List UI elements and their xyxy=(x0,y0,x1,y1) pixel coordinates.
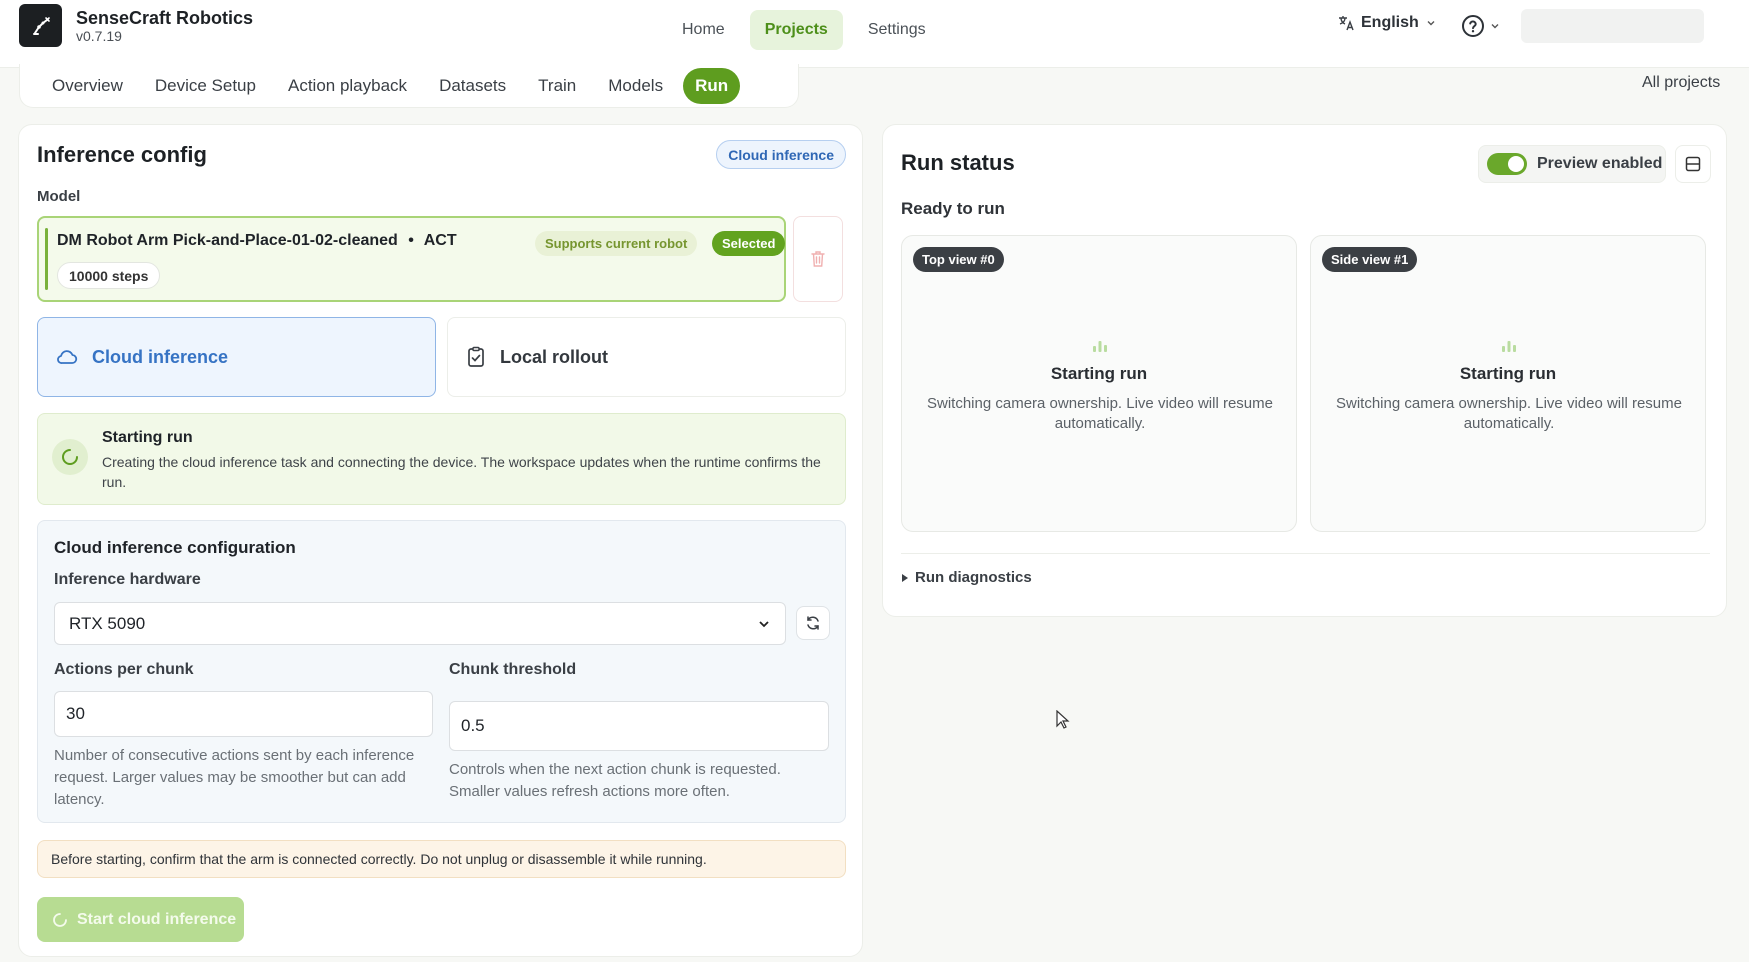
ready-status: Ready to run xyxy=(901,199,1005,218)
steps-badge: 10000 steps xyxy=(57,262,161,289)
hardware-value: RTX 5090 xyxy=(69,613,146,633)
user-account-placeholder[interactable] xyxy=(1521,9,1704,43)
tab-models[interactable]: Models xyxy=(596,68,675,104)
language-label: English xyxy=(1361,14,1419,31)
run-diagnostics-toggle[interactable]: Run diagnostics xyxy=(901,569,1032,586)
app-name: SenseCraft Robotics xyxy=(76,8,254,28)
starting-run-description: Creating the cloud inference task and co… xyxy=(102,454,821,490)
loading-spinner-icon xyxy=(53,912,67,927)
supports-badge: Supports current robot xyxy=(535,231,698,256)
local-rollout-option[interactable]: Local rollout xyxy=(447,317,846,397)
refresh-icon xyxy=(807,616,819,630)
cloud-inference-option[interactable]: Cloud inference xyxy=(37,317,436,397)
tab-action-playback[interactable]: Action playback xyxy=(276,68,419,104)
camera-status-desc: Switching camera ownership. Live video w… xyxy=(1336,395,1682,432)
hardware-label: Inference hardware xyxy=(54,571,201,588)
loading-spinner-icon xyxy=(52,439,88,475)
model-algorithm: ACT xyxy=(423,232,457,249)
top-bar: SenseCraft Robotics v0.7.19 Home Project… xyxy=(0,0,1749,68)
cloud-icon xyxy=(57,350,78,364)
run-status-panel: Run status Ready to run Preview enabled … xyxy=(882,124,1727,617)
camera-tag: Side view #1 xyxy=(1322,247,1418,272)
toggle-switch[interactable] xyxy=(1487,153,1527,175)
chunk-threshold-label: Chunk threshold xyxy=(449,661,577,678)
starting-run-notice: Starting run Creating the cloud inferenc… xyxy=(37,413,846,505)
layout-toggle-button[interactable] xyxy=(1675,145,1711,183)
language-selector[interactable]: English xyxy=(1337,14,1437,32)
app-logo[interactable] xyxy=(19,4,62,47)
camera-card-side: Side view #1 Starting run Switching came… xyxy=(1310,235,1706,532)
help-icon xyxy=(1462,15,1484,37)
top-nav: Home Projects Settings xyxy=(667,10,941,50)
mouse-cursor-icon xyxy=(1056,710,1070,729)
camera-tag: Top view #0 xyxy=(913,247,1004,272)
run-status-title: Run status xyxy=(901,150,1015,175)
model-separator: • xyxy=(408,232,414,249)
nav-home[interactable]: Home xyxy=(667,10,740,50)
camera-status-title: Starting run xyxy=(1050,364,1148,383)
tab-overview[interactable]: Overview xyxy=(40,68,135,104)
chunk-threshold-help: Controls when the next action chunk is r… xyxy=(449,761,781,800)
chunk-threshold-input[interactable]: 0.5 xyxy=(449,701,829,751)
tab-device-setup[interactable]: Device Setup xyxy=(143,68,268,104)
selected-badge: Selected xyxy=(712,231,786,256)
app-version: v0.7.19 xyxy=(76,28,122,44)
chevron-down-icon xyxy=(759,620,769,627)
nav-projects[interactable]: Projects xyxy=(749,10,843,50)
mode-badge: Cloud inference xyxy=(716,140,846,169)
model-title: DM Robot Arm Pick-and-Place-01-02-cleane… xyxy=(57,232,398,249)
actions-per-chunk-label: Actions per chunk xyxy=(54,661,194,678)
nav-settings[interactable]: Settings xyxy=(853,10,941,50)
layout-split-icon xyxy=(1685,156,1701,172)
chevron-down-icon xyxy=(1491,24,1499,29)
model-label: Model xyxy=(37,188,81,205)
robot-arm-logo-icon xyxy=(32,16,50,35)
tab-datasets[interactable]: Datasets xyxy=(427,68,518,104)
actions-per-chunk-input[interactable]: 30 xyxy=(54,691,433,737)
translate-icon xyxy=(1339,16,1354,31)
starting-run-title: Starting run xyxy=(102,429,193,446)
bars-loading-icon xyxy=(1093,341,1107,352)
actions-per-chunk-help: Number of consecutive actions sent by ea… xyxy=(54,747,415,808)
preview-label: Preview enabled xyxy=(1537,155,1663,172)
chevron-down-icon xyxy=(1427,21,1435,26)
bars-loading-icon xyxy=(1502,341,1516,352)
camera-status-desc: Switching camera ownership. Live video w… xyxy=(927,395,1273,432)
project-tabs: Overview Device Setup Action playback Da… xyxy=(19,64,799,108)
panel-title: Inference config xyxy=(37,142,207,167)
trash-icon xyxy=(811,251,825,267)
divider xyxy=(901,553,1710,554)
all-projects-link[interactable]: All projects xyxy=(1642,74,1720,92)
local-rollout-label: Local rollout xyxy=(500,346,608,367)
start-button-label: Start cloud inference xyxy=(77,910,237,928)
help-menu[interactable] xyxy=(1461,14,1501,38)
hardware-select[interactable]: RTX 5090 xyxy=(54,602,786,645)
inference-config-panel: Inference config Cloud inference Model D… xyxy=(18,124,863,957)
caret-right-icon xyxy=(902,573,908,582)
preview-toggle[interactable]: Preview enabled xyxy=(1478,145,1666,183)
safety-warning: Before starting, confirm that the arm is… xyxy=(37,840,846,878)
refresh-hardware-button[interactable] xyxy=(796,606,830,640)
tab-train[interactable]: Train xyxy=(526,68,588,104)
cloud-config-section: Cloud inference configuration Inference … xyxy=(37,520,846,823)
delete-model-button[interactable] xyxy=(793,216,843,302)
tab-run[interactable]: Run xyxy=(683,67,741,104)
run-diagnostics-label: Run diagnostics xyxy=(915,569,1032,586)
cloud-config-title: Cloud inference configuration xyxy=(54,538,296,557)
camera-card-top: Top view #0 Starting run Switching camer… xyxy=(901,235,1297,532)
model-card[interactable]: DM Robot Arm Pick-and-Place-01-02-cleane… xyxy=(37,216,786,302)
camera-status-title: Starting run xyxy=(1459,364,1557,383)
cloud-inference-label: Cloud inference xyxy=(92,346,229,367)
start-cloud-inference-button[interactable]: Start cloud inference xyxy=(37,897,244,942)
model-name: DM Robot Arm Pick-and-Place-01-02-cleane… xyxy=(57,232,457,250)
clipboard-check-icon xyxy=(468,346,484,367)
